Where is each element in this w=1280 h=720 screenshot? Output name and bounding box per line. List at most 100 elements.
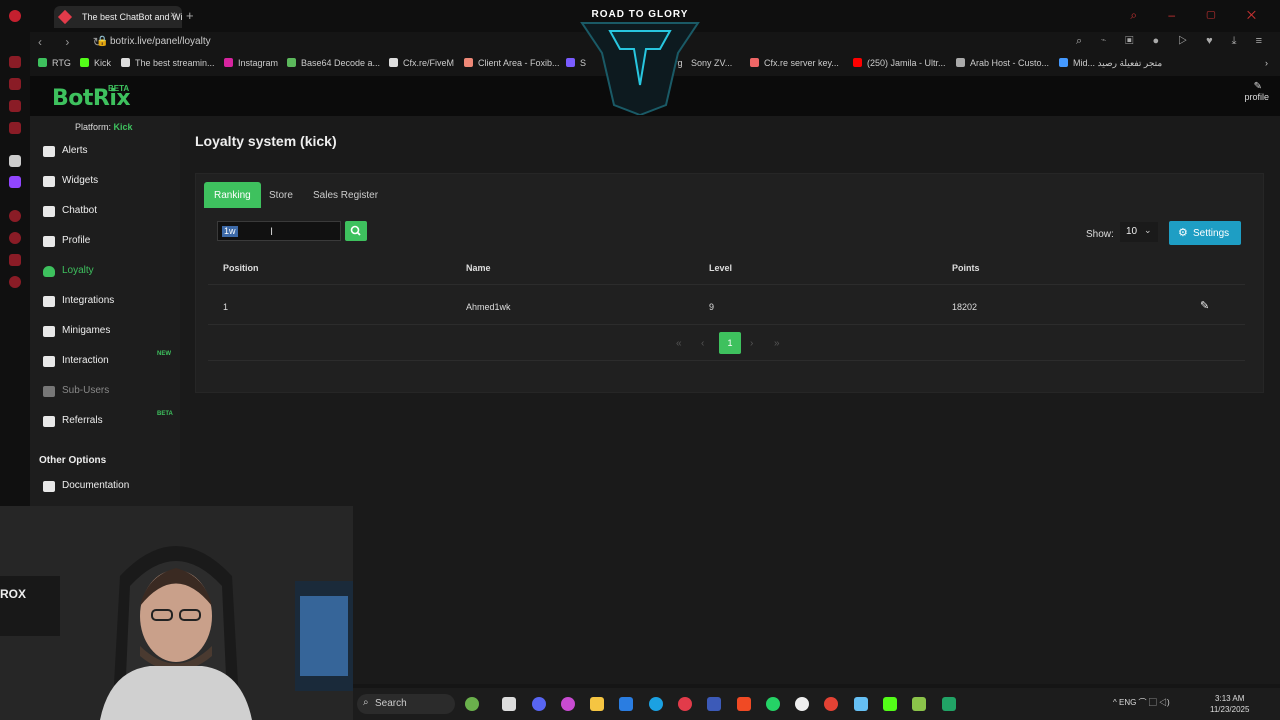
youtube-icon (853, 58, 862, 67)
excel-icon[interactable] (942, 697, 956, 711)
cell-position: 1 (223, 302, 229, 312)
opera-logo-icon[interactable] (9, 10, 21, 22)
messenger-icon[interactable] (9, 78, 21, 90)
column-header-points[interactable]: Points (952, 263, 980, 273)
gear-icon: ⚙ (1178, 227, 1188, 239)
webcam-image: ROX (0, 506, 353, 720)
widgets-app-icon[interactable] (465, 697, 479, 711)
cell-points: 18202 (952, 302, 978, 312)
close-tab-icon[interactable]: × (170, 10, 176, 21)
column-header-position[interactable]: Position (223, 263, 259, 273)
bookmark-icon (121, 58, 130, 67)
browser-tab[interactable]: The best ChatBot and Wid × (54, 6, 182, 28)
pencil-icon[interactable]: ✎ (1254, 81, 1262, 92)
sidebar-item-alerts[interactable]: Alerts (30, 138, 180, 166)
sidebar-item-sub-users[interactable]: Sub-Users (30, 378, 180, 406)
current-page[interactable]: 1 (719, 332, 741, 354)
sidebar-item-documentation[interactable]: Documentation (30, 473, 180, 501)
extensions-icon[interactable] (9, 254, 21, 266)
other-options-heading: Other Options (39, 455, 107, 466)
bookmark-icon (956, 58, 965, 67)
tab-sales-register[interactable]: Sales Register (303, 182, 388, 208)
profile-icon (43, 236, 55, 247)
column-header-name[interactable]: Name (466, 263, 491, 273)
edge-icon[interactable] (649, 697, 663, 711)
next-page-button[interactable]: › (750, 338, 753, 349)
file-explorer-icon[interactable] (590, 697, 604, 711)
steam-icon[interactable] (854, 697, 868, 711)
bookmark[interactable]: RTG (38, 58, 71, 68)
search-icon (350, 225, 361, 236)
sidebar-item-widgets[interactable]: Widgets (30, 168, 180, 196)
new-tab-button[interactable]: + (186, 8, 194, 23)
twitch-icon[interactable] (9, 176, 21, 188)
bookmark[interactable]: Cfx.re/FiveM (389, 58, 454, 68)
referrals-icon (43, 416, 55, 427)
kick-icon (80, 58, 89, 67)
bookmark[interactable]: Client Area - Foxib... (464, 58, 560, 68)
window-controls[interactable]: ⌕ – ▢ ✕ (1130, 8, 1270, 23)
document-icon (43, 481, 55, 492)
whatsapp-icon[interactable] (766, 697, 780, 711)
opera-icon[interactable] (678, 697, 692, 711)
bookmark[interactable]: Mid... متجر تفعيلة رصيد (1059, 58, 1162, 69)
tab-store[interactable]: Store (259, 182, 303, 208)
discord-icon[interactable] (532, 697, 546, 711)
history-icon[interactable] (9, 232, 21, 244)
clock[interactable]: 3:13 AM 11/23/2025 (1210, 693, 1249, 715)
sidebar-item-referrals[interactable]: Referrals BETA (30, 408, 180, 436)
sidebar-item-profile[interactable]: Profile (30, 228, 180, 256)
sidebar: Platform: Kick Alerts Widgets Chatbot Pr… (30, 116, 180, 506)
webcam-feed: ROX (0, 506, 353, 720)
bookmark[interactable]: Cfx.re server key... (750, 58, 839, 68)
page-size-select[interactable]: 10 (1120, 222, 1158, 242)
chrome-icon[interactable] (824, 697, 838, 711)
column-header-level[interactable]: Level (709, 263, 732, 273)
task-view-icon[interactable] (502, 697, 516, 711)
trophy-icon (43, 266, 55, 277)
bookmark[interactable]: Arab Host - Custo... (956, 58, 1049, 68)
sidebar-item-loyalty[interactable]: Loyalty (30, 258, 180, 286)
aria-icon[interactable] (9, 56, 21, 68)
kick-app-icon[interactable] (883, 697, 897, 711)
taskbar-search[interactable]: ⌕ Search (357, 694, 455, 714)
search-icon: ⌕ (363, 697, 369, 708)
profile-link[interactable]: profile (1244, 92, 1269, 102)
pencil-icon[interactable]: ✎ (1200, 299, 1209, 312)
url-field[interactable]: botrix.live/panel/loyalty (110, 36, 211, 47)
stream-overlay-logo: ROAD TO GLORY (570, 5, 710, 117)
last-page-button[interactable]: » (774, 338, 780, 349)
alerts-icon (43, 146, 55, 157)
brave-icon[interactable] (737, 697, 751, 711)
bookmark[interactable]: Base64 Decode a... (287, 58, 380, 68)
store-icon[interactable] (619, 697, 633, 711)
copilot-icon[interactable] (561, 697, 575, 711)
tab-ranking[interactable]: Ranking (204, 182, 261, 208)
apex-icon[interactable] (9, 155, 21, 167)
more-bookmarks-icon[interactable]: › (1265, 58, 1268, 68)
player-icon[interactable] (9, 210, 21, 222)
vs-icon[interactable] (707, 697, 721, 711)
whatsapp-icon[interactable] (9, 100, 21, 112)
bookmark[interactable]: Kick (80, 58, 111, 68)
sidebar-item-interaction[interactable]: Interaction NEW (30, 348, 180, 376)
first-page-button[interactable]: « (676, 338, 682, 349)
toolbar-icons[interactable]: ⌕ ⌁ ▣ ● ▷ ♥ ⤓ ≡ (1076, 35, 1270, 48)
bookmark[interactable]: The best streamin... (121, 58, 215, 68)
recycle-icon[interactable] (912, 697, 926, 711)
vk-icon[interactable] (9, 122, 21, 134)
prev-page-button[interactable]: ‹ (701, 338, 704, 349)
new-badge: NEW (157, 351, 171, 357)
bookmark[interactable]: Instagram (224, 58, 278, 68)
obs-icon[interactable] (795, 697, 809, 711)
robot-icon (43, 206, 55, 217)
settings-button[interactable]: ⚙ Settings (1169, 221, 1241, 245)
sidebar-item-chatbot[interactable]: Chatbot (30, 198, 180, 226)
sidebar-item-minigames[interactable]: Minigames (30, 318, 180, 346)
sidebar-item-integrations[interactable]: Integrations (30, 288, 180, 316)
system-tray[interactable]: ^ ENG ⌒ ▢ ◁) (1113, 697, 1170, 708)
beta-badge: BETA (108, 84, 130, 93)
bookmark[interactable]: (250) Jamila - Ultr... (853, 58, 946, 68)
search-button[interactable] (345, 221, 367, 241)
settings-rail-icon[interactable] (9, 276, 21, 288)
